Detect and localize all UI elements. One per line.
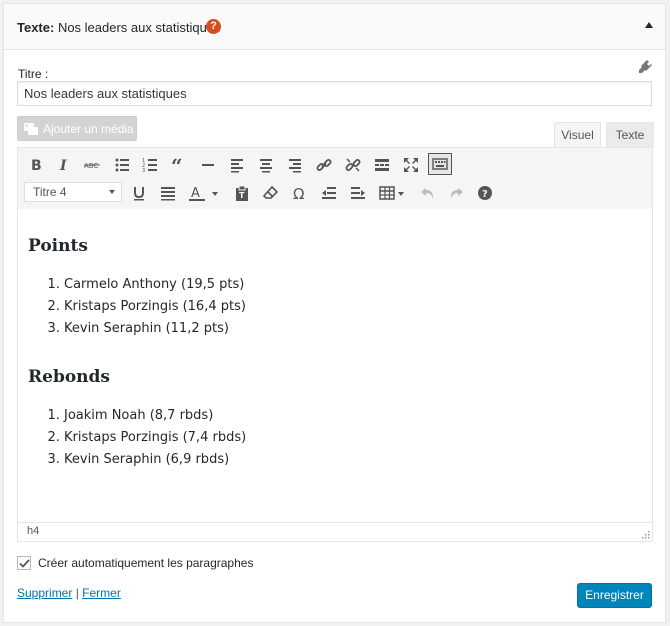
auto-paragraph-option: Créer automatiquement les paragraphes bbox=[17, 556, 253, 570]
clear-formatting-icon[interactable] bbox=[260, 182, 282, 204]
editor-statusbar: h4 bbox=[18, 522, 652, 541]
format-select-value: Titre 4 bbox=[33, 185, 67, 199]
editor-content[interactable]: Points Carmelo Anthony (19,5 pts) Krista… bbox=[18, 209, 652, 523]
widget-title-prefix: Texte: bbox=[17, 20, 55, 35]
strikethrough-icon[interactable]: ABC bbox=[81, 154, 103, 176]
paste-text-icon[interactable]: T bbox=[231, 182, 253, 204]
widget-header[interactable]: Texte: Nos leaders aux statistiques ? bbox=[4, 4, 665, 50]
help-icon[interactable]: ? bbox=[474, 182, 496, 204]
list-item: Kevin Seraphin (6,9 rbds) bbox=[64, 449, 642, 471]
svg-text:ABC: ABC bbox=[84, 162, 98, 170]
rebounds-list: Joakim Noah (8,7 rbds) Kristaps Porzingi… bbox=[28, 405, 642, 471]
close-link[interactable]: Fermer bbox=[82, 586, 121, 600]
save-button[interactable]: Enregistrer bbox=[577, 583, 652, 608]
align-right-icon[interactable] bbox=[284, 154, 306, 176]
special-char-icon[interactable]: Ω bbox=[289, 182, 311, 204]
svg-text:I: I bbox=[59, 158, 67, 173]
undo-icon[interactable] bbox=[417, 182, 439, 204]
heading-rebonds: Rebonds bbox=[28, 367, 110, 387]
table-icon[interactable] bbox=[376, 182, 408, 204]
text-color-icon[interactable]: A bbox=[185, 182, 223, 204]
justify-icon[interactable] bbox=[157, 182, 179, 204]
help-icon[interactable]: ? bbox=[206, 19, 221, 34]
title-input[interactable] bbox=[17, 81, 652, 106]
read-more-icon[interactable] bbox=[371, 154, 393, 176]
separator: | bbox=[75, 586, 79, 600]
resize-handle-icon[interactable] bbox=[642, 531, 650, 539]
svg-text:?: ? bbox=[482, 189, 488, 200]
svg-text:T: T bbox=[239, 191, 245, 200]
outdent-icon[interactable] bbox=[318, 182, 340, 204]
collapse-arrow-icon[interactable] bbox=[645, 22, 653, 28]
svg-text:B: B bbox=[31, 158, 42, 173]
plug-icon[interactable] bbox=[637, 59, 653, 75]
blockquote-icon[interactable]: “ bbox=[168, 154, 190, 176]
add-media-button[interactable]: Ajouter un média bbox=[17, 116, 137, 141]
chevron-down-icon bbox=[109, 190, 115, 194]
redo-icon[interactable] bbox=[445, 182, 467, 204]
svg-text:“: “ bbox=[171, 157, 183, 173]
link-icon[interactable] bbox=[313, 154, 335, 176]
horizontal-rule-icon[interactable] bbox=[197, 154, 219, 176]
fullscreen-icon[interactable] bbox=[400, 154, 422, 176]
tab-text[interactable]: Texte bbox=[606, 122, 654, 147]
delete-link[interactable]: Supprimer bbox=[17, 586, 72, 600]
add-media-label: Ajouter un média bbox=[43, 121, 134, 136]
widget-title: Texte: Nos leaders aux statistiques bbox=[17, 20, 221, 35]
align-left-icon[interactable] bbox=[226, 154, 248, 176]
rich-text-editor: B I ABC 123 “ Titre 4 A T Ω ? Points 1. … bbox=[17, 147, 653, 542]
numbered-list-icon[interactable]: 123 bbox=[139, 154, 161, 176]
list-item: Joakim Noah (8,7 rbds) bbox=[64, 405, 642, 427]
widget-title-value: Nos leaders aux statistiques bbox=[54, 20, 221, 35]
format-select[interactable]: Titre 4 bbox=[24, 182, 122, 202]
svg-text:Ω: Ω bbox=[293, 185, 304, 201]
widget-actions: Supprimer | Fermer bbox=[17, 586, 121, 600]
points-list: Carmelo Anthony (19,5 pts) Kristaps Porz… bbox=[28, 274, 642, 340]
svg-text:A: A bbox=[191, 186, 200, 201]
list-item: Carmelo Anthony (19,5 pts) bbox=[64, 274, 642, 296]
align-center-icon[interactable] bbox=[255, 154, 277, 176]
title-label: Titre : bbox=[18, 67, 49, 81]
underline-icon[interactable] bbox=[128, 182, 150, 204]
list-item: Kristaps Porzingis (16,4 pts) bbox=[64, 296, 642, 318]
bold-icon[interactable]: B bbox=[25, 154, 47, 176]
tab-visual[interactable]: Visuel bbox=[554, 122, 601, 147]
text-widget: Texte: Nos leaders aux statistiques ? Ti… bbox=[3, 3, 666, 623]
media-icon bbox=[24, 122, 38, 135]
auto-paragraph-checkbox[interactable] bbox=[17, 556, 31, 570]
list-item: Kevin Seraphin (11,2 pts) bbox=[64, 318, 642, 340]
italic-icon[interactable]: I bbox=[53, 154, 75, 176]
heading-points: Points bbox=[28, 236, 88, 256]
editor-toolbar: B I ABC 123 “ Titre 4 A T Ω ? bbox=[18, 148, 652, 210]
indent-icon[interactable] bbox=[347, 182, 369, 204]
unlink-icon[interactable] bbox=[342, 154, 364, 176]
svg-text:3: 3 bbox=[142, 168, 145, 173]
toolbar-toggle-icon[interactable] bbox=[428, 153, 452, 175]
auto-paragraph-label[interactable]: Créer automatiquement les paragraphes bbox=[38, 556, 253, 570]
bullet-list-icon[interactable] bbox=[111, 154, 133, 176]
checkmark-icon bbox=[19, 559, 30, 568]
element-path[interactable]: h4 bbox=[27, 525, 39, 537]
list-item: Kristaps Porzingis (7,4 rbds) bbox=[64, 427, 642, 449]
